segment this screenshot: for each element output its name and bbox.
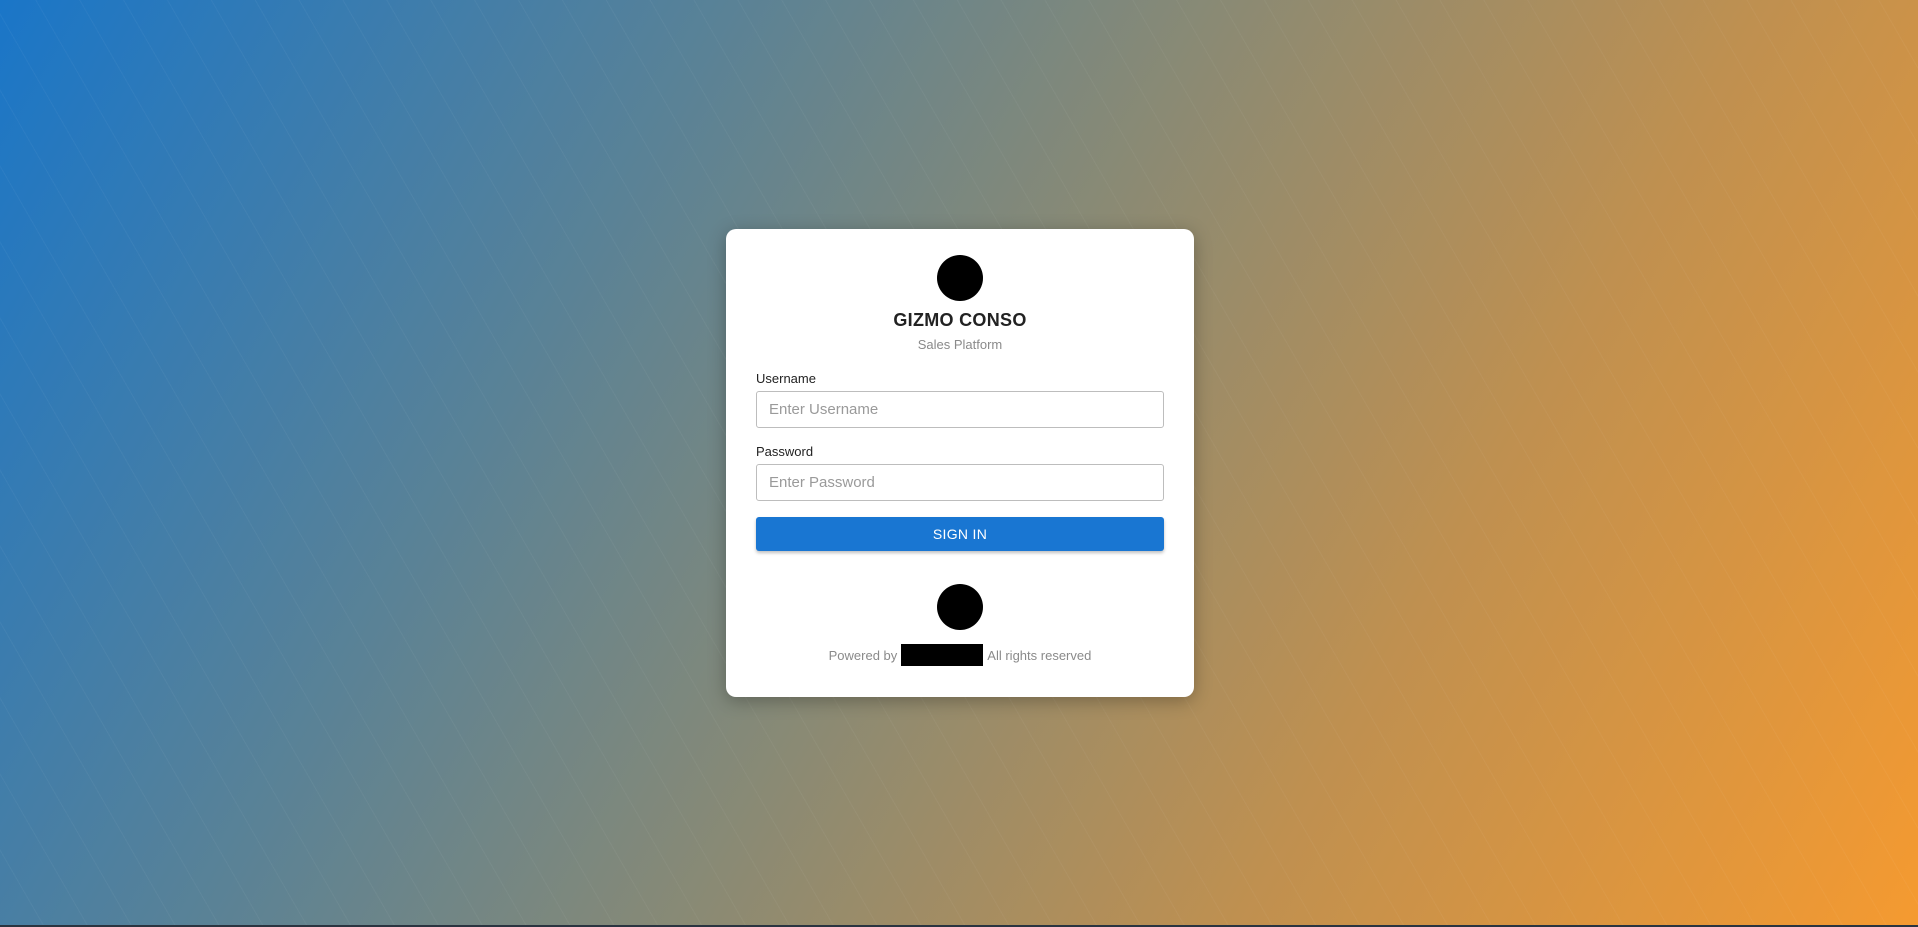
brand-title: GIZMO CONSO: [893, 310, 1027, 330]
login-card: GIZMO CONSO Sales Platform Username Pass…: [726, 229, 1194, 697]
brand-subtitle: Sales Platform: [917, 337, 1003, 352]
vendor-logo-icon: [937, 584, 983, 630]
password-label: Password: [756, 444, 814, 459]
login-form: Username Password SIGN IN: [756, 371, 1164, 551]
sign-in-button[interactable]: SIGN IN: [756, 517, 1164, 551]
rights-text: All rights reserved: [987, 647, 1092, 663]
company-logo-icon: [937, 255, 983, 301]
password-input[interactable]: [756, 464, 1164, 501]
username-input[interactable]: [756, 391, 1164, 428]
redacted-vendor-name: [901, 644, 984, 666]
username-label: Username: [756, 371, 816, 386]
footer: Powered by All rights reserved: [756, 644, 1164, 666]
powered-by-text: Powered by: [828, 647, 898, 663]
